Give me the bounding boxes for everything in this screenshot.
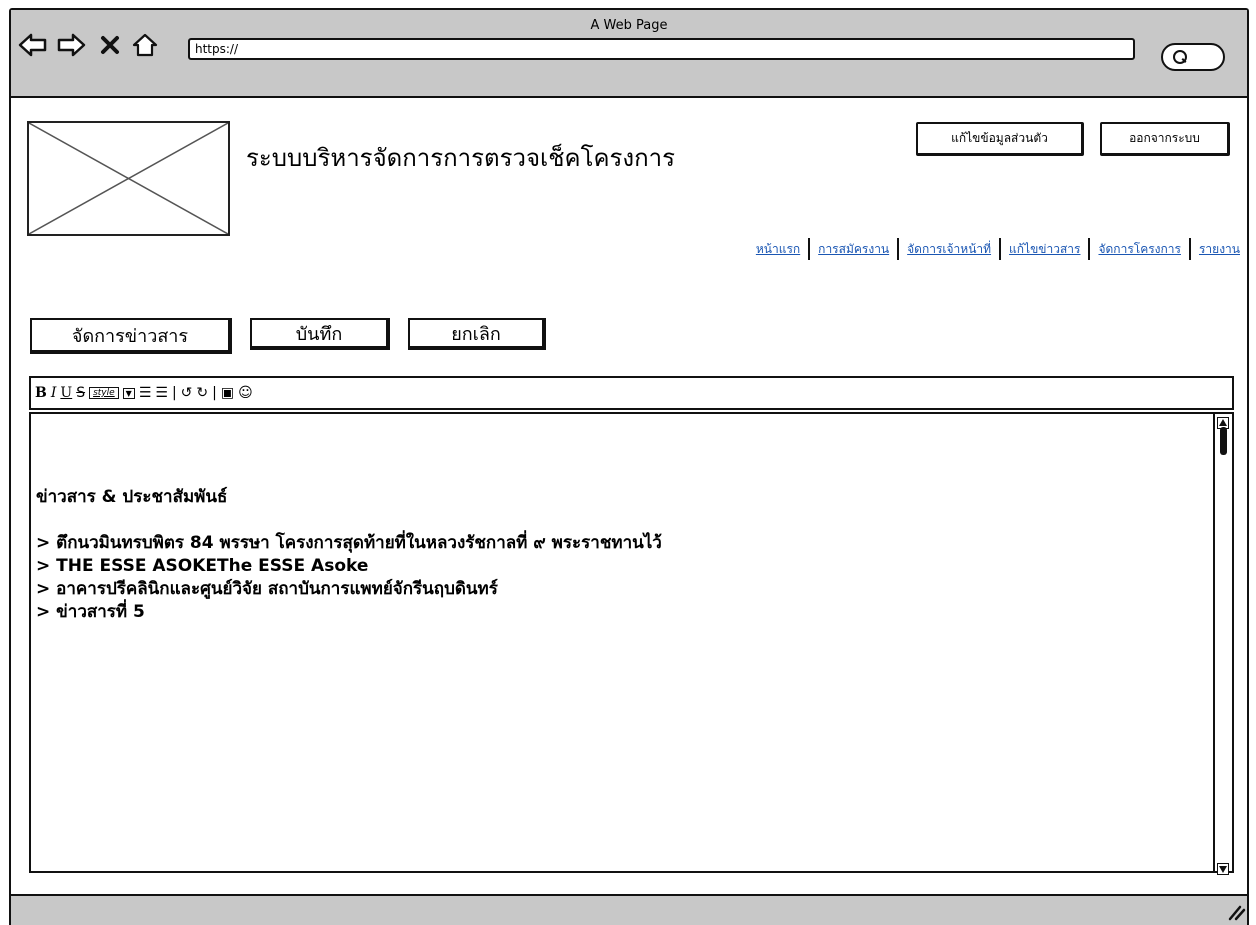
- vertical-scrollbar[interactable]: [1213, 414, 1232, 871]
- nav-link-manage-staff[interactable]: จัดการเจ้าหน้าที่: [899, 240, 999, 259]
- news-line: > ข่าวสารที่ 5: [36, 602, 145, 622]
- bold-button[interactable]: B: [35, 385, 47, 401]
- chevron-down-icon[interactable]: ▼: [122, 387, 135, 399]
- emoji-icon[interactable]: ☺: [238, 385, 253, 401]
- nav-link-manage-projects[interactable]: จัดการโครงการ: [1090, 240, 1189, 259]
- news-editor-textarea[interactable]: [29, 412, 1234, 873]
- redo-icon[interactable]: ↻: [196, 385, 208, 401]
- status-bar: [11, 894, 1247, 925]
- resize-grip-icon[interactable]: [1226, 903, 1246, 921]
- news-heading: ข่าวสาร & ประชาสัมพันธ์: [36, 487, 228, 507]
- save-button[interactable]: บันทึก: [250, 318, 390, 350]
- home-icon[interactable]: [130, 30, 160, 60]
- back-arrow-icon[interactable]: [18, 30, 48, 60]
- editor-toolbar: B I U S style ▼ ☰ ☰ | ↺ ↻ | ▣ ☺: [29, 376, 1234, 410]
- url-input[interactable]: https://: [188, 38, 1135, 60]
- news-line: > อาคารปรีคลินิกและศูนย์วิจัย สถาบันการแ…: [36, 579, 498, 599]
- numbered-list-icon[interactable]: ☰: [155, 385, 168, 401]
- stop-icon[interactable]: [95, 30, 125, 60]
- window-title: A Web Page: [590, 18, 668, 33]
- main-nav: หน้าแรก การสมัครงาน จัดการเจ้าหน้าที่ แก…: [620, 236, 1240, 262]
- nav-link-home[interactable]: หน้าแรก: [748, 240, 808, 259]
- logout-button[interactable]: ออกจากระบบ: [1100, 122, 1230, 156]
- underline-button[interactable]: U: [60, 385, 72, 401]
- strikethrough-button[interactable]: S: [76, 385, 85, 401]
- nav-link-job-applications[interactable]: การสมัครงาน: [810, 240, 897, 259]
- bullet-list-icon[interactable]: ☰: [139, 385, 152, 401]
- nav-link-edit-news[interactable]: แก้ไขข่าวสาร: [1001, 240, 1088, 259]
- image-icon[interactable]: ▣: [221, 385, 234, 401]
- news-line: > THE ESSE ASOKEThe ESSE Asoke: [36, 556, 369, 576]
- search-icon[interactable]: [1161, 43, 1225, 71]
- manage-news-button[interactable]: จัดการข่าวสาร: [30, 318, 232, 354]
- style-dropdown[interactable]: style: [89, 387, 119, 399]
- forward-arrow-icon[interactable]: [56, 30, 86, 60]
- scroll-up-icon[interactable]: [1217, 414, 1229, 429]
- cancel-button[interactable]: ยกเลิก: [408, 318, 546, 350]
- scrollbar-thumb[interactable]: [1220, 427, 1227, 455]
- undo-icon[interactable]: ↺: [181, 385, 193, 401]
- toolbar-divider: |: [212, 385, 217, 401]
- page-title: ระบบบริหารจัดการการตรวจเช็คโครงการ: [246, 144, 676, 172]
- logo-placeholder: [27, 121, 230, 236]
- scroll-down-icon[interactable]: [1217, 860, 1229, 875]
- toolbar-divider: |: [171, 385, 177, 401]
- italic-button[interactable]: I: [51, 385, 57, 401]
- news-line: > ตึกนวมินทรบพิตร 84 พรรษา โครงการสุดท้า…: [36, 533, 662, 553]
- edit-profile-button[interactable]: แก้ไขข้อมูลส่วนตัว: [916, 122, 1084, 156]
- editor-content: ข่าวสาร & ประชาสัมพันธ์ > ตึกนวมินทรบพิต…: [36, 486, 662, 624]
- nav-link-reports[interactable]: รายงาน: [1191, 240, 1240, 259]
